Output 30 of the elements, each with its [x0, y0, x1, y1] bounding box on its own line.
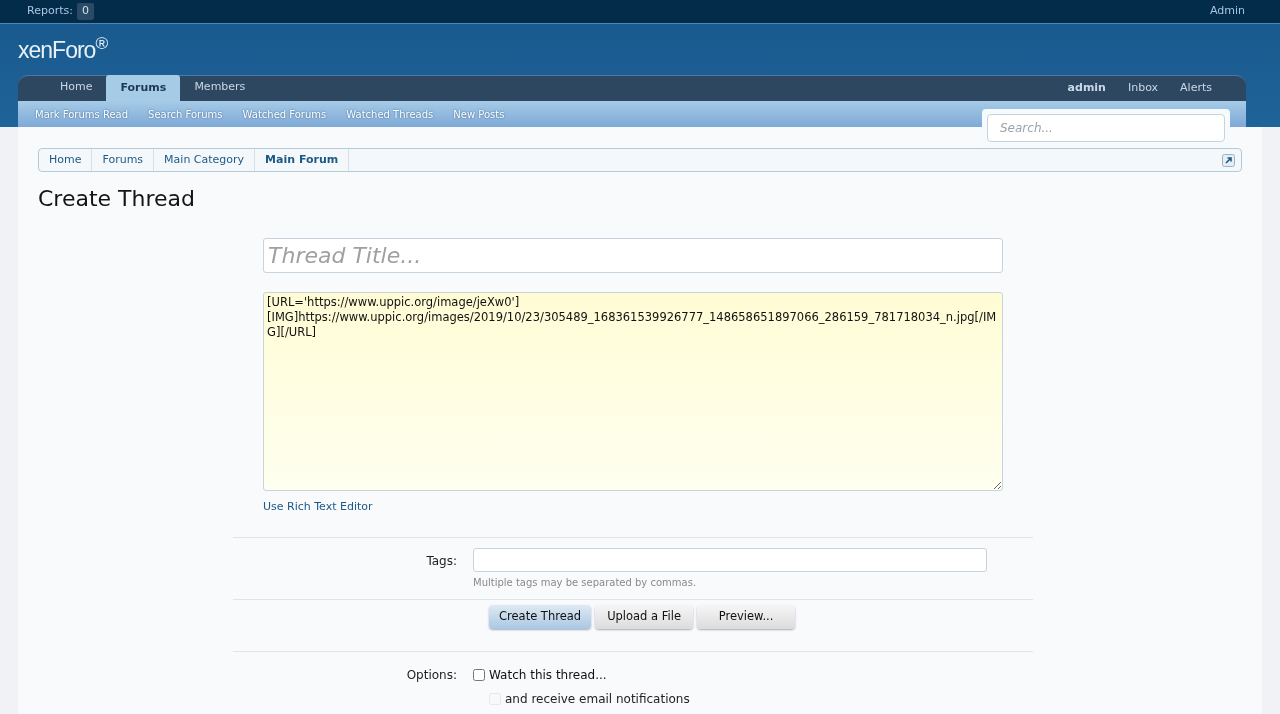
- form-button[interactable]: Upload a File: [595, 604, 694, 629]
- reports-label[interactable]: Reports:: [27, 3, 73, 20]
- thread-title-field[interactable]: Thread Title...: [263, 238, 1003, 273]
- admin-link[interactable]: Admin: [1209, 3, 1245, 20]
- site-logo[interactable]: xenForo$^{®}$: [18, 38, 1280, 62]
- page-title: Create Thread: [38, 186, 197, 212]
- tags-hint: Multiple tags may be separated by commas.: [473, 575, 698, 590]
- reports-count[interactable]: 0: [76, 3, 94, 20]
- breadcrumb-link[interactable]: Home: [39, 149, 93, 171]
- form-button[interactable]: Preview...: [697, 604, 796, 629]
- breadcrumb-link[interactable]: Forums: [92, 149, 155, 171]
- nav-tab[interactable]: Members: [180, 75, 260, 100]
- rich-text-editor-link[interactable]: Use Rich Text Editor: [263, 499, 373, 516]
- option-checkbox[interactable]: [473, 668, 485, 681]
- tags-field[interactable]: [473, 547, 987, 572]
- search-field[interactable]: Search...: [987, 114, 1225, 142]
- options-label: Options:: [405, 666, 458, 684]
- option-label: Watch this thread...: [489, 666, 607, 684]
- nav-tab[interactable]: Home: [46, 75, 107, 100]
- nav-tab[interactable]: Forums: [106, 75, 181, 101]
- breadcrumb-link[interactable]: Main Forum: [255, 149, 350, 171]
- form-button[interactable]: Create Thread: [489, 604, 592, 629]
- message-editor[interactable]: [URL='https://www.uppic.org/image/jeXw0'] [IMG]https://www.uppic.org/images/2019/10/23/305489_168361539926777_148658651897066_286159_781718034_n.jpg[/IMG][/URL]: [263, 292, 1003, 491]
- user-link[interactable]: Inbox: [1127, 80, 1159, 97]
- tags-label: Tags:: [425, 552, 458, 570]
- jump-arrow-icon[interactable]: [1222, 153, 1235, 167]
- user-link[interactable]: Alerts: [1180, 80, 1212, 97]
- breadcrumb-link[interactable]: Main Category: [154, 149, 256, 171]
- user-link[interactable]: admin: [1067, 80, 1106, 97]
- option-label: and receive email notifications: [505, 690, 690, 708]
